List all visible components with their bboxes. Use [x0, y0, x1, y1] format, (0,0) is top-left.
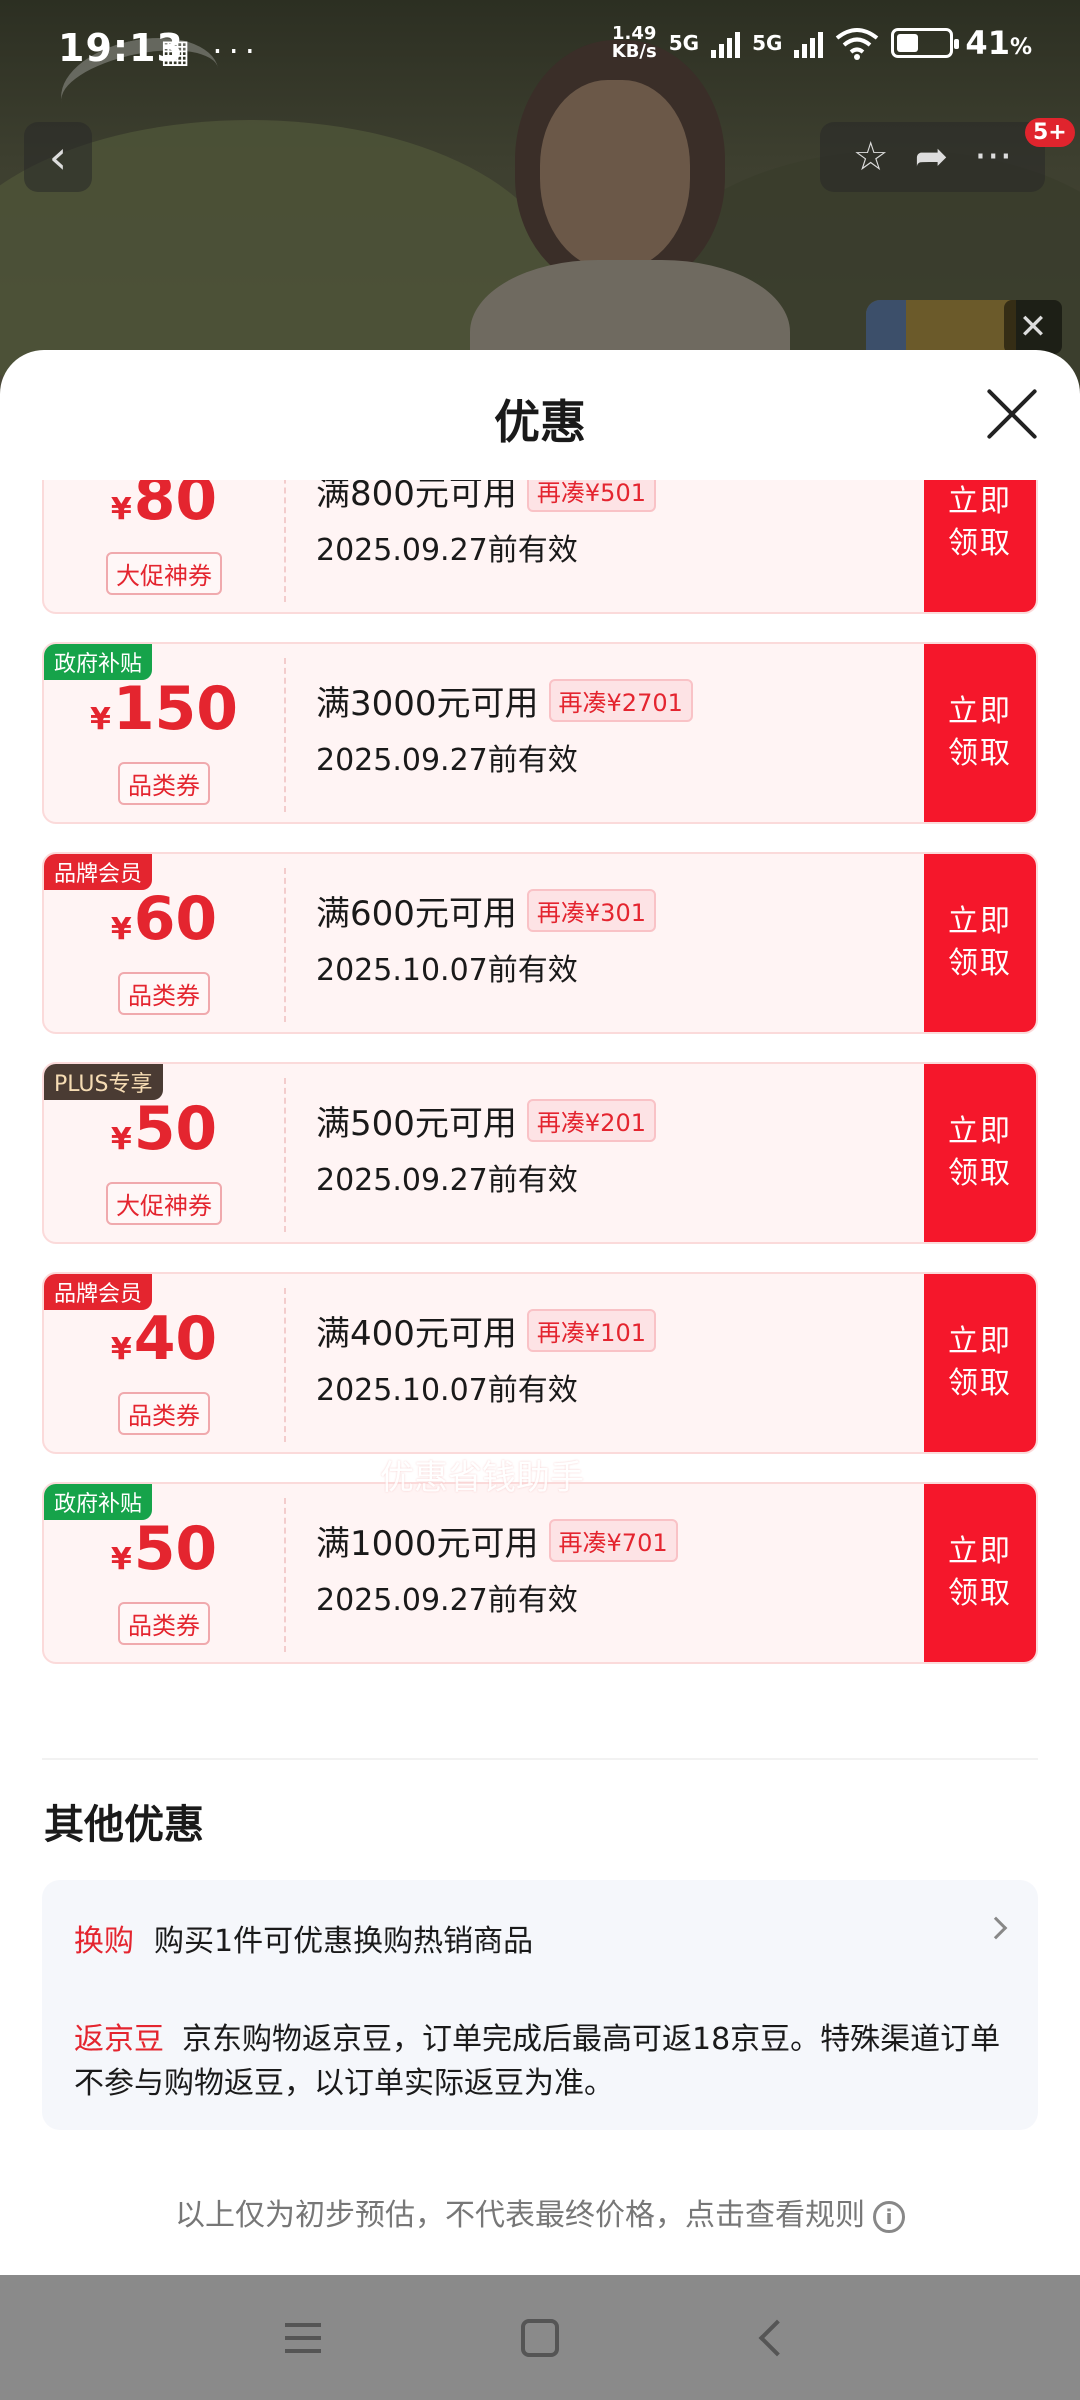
- battery-percent: 41%: [965, 24, 1032, 62]
- coupon-condition: 满1000元可用: [316, 1524, 539, 1564]
- beans-label: 返京豆: [74, 2022, 164, 2057]
- exchange-text: 购买1件可优惠换购热销商品: [154, 1924, 534, 1959]
- coupon-extra-needed: 再凑¥201: [526, 1099, 656, 1142]
- coupon-list[interactable]: PLUS专享¥80大促神券满800元可用再凑¥5012025.09.27前有效立…: [0, 480, 1080, 1780]
- coupon-type: 品类券: [118, 972, 210, 1015]
- coupon-type: 大促神券: [106, 552, 222, 595]
- coupon-divider: [284, 658, 286, 812]
- coupon-condition: 满600元可用: [316, 894, 517, 934]
- close-icon[interactable]: [984, 386, 1040, 442]
- coupon-value-area: 品牌会员 ¥60 品类券: [44, 854, 284, 1032]
- info-icon[interactable]: i: [873, 2200, 905, 2233]
- net-speed: 1.49 KB/s: [611, 23, 657, 62]
- coupon-value-area: PLUS专享 ¥50 大促神券: [44, 1064, 284, 1242]
- battery-icon: [891, 28, 960, 58]
- back-button[interactable]: ‹: [24, 122, 92, 192]
- coupon-amount: ¥60: [110, 884, 218, 954]
- coupon-details: 满400元可用 再凑¥101 2025.10.07前有效: [316, 1306, 656, 1409]
- more-icon[interactable]: ···: [974, 134, 1012, 180]
- coupon-condition: 满400元可用: [316, 1314, 517, 1354]
- coupon-type: 大促神券: [106, 1182, 222, 1225]
- coupon-extra-needed: 再凑¥2701: [548, 679, 693, 722]
- claim-button[interactable]: 立即领取: [924, 480, 1036, 612]
- coupon-value-area: PLUS专享¥80大促神券: [44, 480, 284, 612]
- promo-close-icon[interactable]: ✕: [1004, 300, 1062, 354]
- claim-button[interactable]: 立即领取: [924, 1064, 1036, 1242]
- sheet-title: 优惠: [494, 395, 586, 449]
- signal-5g-label-1: 5G: [668, 31, 700, 55]
- coupon-extra-needed: 再凑¥101: [526, 1309, 656, 1352]
- chevron-right-icon: [984, 1916, 1008, 1940]
- coupon-card: 品牌会员 ¥60 品类券 满600元可用 再凑¥301 2025.10.07前有效 立即领取: [42, 852, 1038, 1034]
- coupon-expiry: 2025.09.27前有效: [316, 1163, 578, 1198]
- coupon-amount: ¥50: [110, 1094, 218, 1164]
- message-badge: 5+: [1025, 118, 1075, 147]
- coupon-card: PLUS专享 ¥50 大促神券 满500元可用 再凑¥201 2025.09.27前有效立…: [42, 1062, 1038, 1244]
- coupon-amount: ¥40: [110, 1304, 218, 1374]
- beans-text: 京东购物返京豆，订单完成后最高可返18京豆。特殊渠道订单不参与购物返豆，以订单实…: [74, 2022, 1001, 2101]
- recents-menu-icon[interactable]: [285, 2323, 321, 2353]
- coupon-card: 政府补贴 ¥150 品类券 满3000元可用 再凑¥2701 2025.09.27前有效立…: [42, 642, 1038, 824]
- coupon-value-area: 政府补贴 ¥150 品类券: [44, 644, 284, 822]
- signal-bars-icon: [794, 28, 824, 58]
- system-nav-bar: [0, 2275, 1080, 2400]
- claim-button[interactable]: 立即领取: [924, 1484, 1036, 1662]
- divider: [42, 1758, 1038, 1760]
- coupon-type: 品类券: [118, 762, 210, 805]
- back-icon[interactable]: [758, 2319, 796, 2357]
- signal-5g-label-2: 5G: [752, 31, 783, 55]
- coupon-details: 满3000元可用 再凑¥2701 2025.09.27前有效: [316, 676, 693, 779]
- coupon-details: 满500元可用 再凑¥201 2025.09.27前有效: [316, 1096, 656, 1199]
- status-bar: 19:13 ▦ ··· 1.49 KB/s 5G 5G 41%: [0, 0, 1080, 100]
- coupon-details: 满600元可用 再凑¥301 2025.10.07前有效: [316, 886, 656, 989]
- other-discounts-title: 其他优惠: [44, 1802, 204, 1848]
- coupon-expiry: 2025.09.27前有效: [316, 1583, 578, 1618]
- coupon-value-area: 品牌会员 ¥40 品类券: [44, 1274, 284, 1452]
- coupon-condition: 满500元可用: [316, 1104, 517, 1144]
- coupon-value-area: 政府补贴 ¥50 品类券: [44, 1484, 284, 1662]
- claim-button[interactable]: 立即领取: [924, 1274, 1036, 1452]
- other-discounts-box: 换购 购买1件可优惠换购热销商品 返京豆 京东购物返京豆，订单完成后最高可返18京…: [42, 1880, 1038, 2130]
- coupon-divider: [284, 1288, 286, 1442]
- claim-button[interactable]: 立即领取: [924, 644, 1036, 822]
- coupon-amount: ¥150: [89, 674, 239, 744]
- coupon-type: 品类券: [118, 1392, 210, 1435]
- coupon-details: 满800元可用 再凑¥501 2025.09.27前有效: [316, 480, 656, 569]
- coupon-amount: ¥80: [110, 480, 218, 534]
- signal-bars-icon: [711, 28, 741, 58]
- coupon-type: 品类券: [118, 1602, 210, 1645]
- exchange-row[interactable]: 换购 购买1件可优惠换购热销商品: [74, 1916, 1008, 1960]
- claim-button[interactable]: 立即领取: [924, 854, 1036, 1032]
- coupon-divider: [284, 868, 286, 1022]
- share-icon[interactable]: ➦: [915, 134, 949, 180]
- coupon-expiry: 2025.10.07前有效: [316, 953, 578, 988]
- coupon-divider: [284, 1498, 286, 1652]
- wifi-icon: [836, 28, 879, 60]
- coupon-card: 品牌会员 ¥40 品类券 满400元可用 再凑¥101 2025.10.07前有效 立即领取: [42, 1272, 1038, 1454]
- coupon-extra-needed: 再凑¥501: [526, 480, 656, 512]
- chevron-left-icon: ‹: [48, 130, 68, 184]
- discount-sheet: 优惠 PLUS专享¥80大促神券满800元可用再凑¥5012025.09.27前…: [0, 350, 1080, 2275]
- coupon-amount: ¥50: [110, 1514, 218, 1584]
- coupon-divider: [284, 480, 286, 602]
- status-notification-icons: ▦ ···: [160, 32, 261, 70]
- exchange-label: 换购: [74, 1924, 134, 1959]
- coupon-expiry: 2025.10.07前有效: [316, 1373, 578, 1408]
- coupon-details: 满1000元可用 再凑¥701 2025.09.27前有效: [316, 1516, 678, 1619]
- watermark-text: 优惠省钱助手: [380, 1458, 584, 1498]
- coupon-expiry: 2025.09.27前有效: [316, 533, 578, 568]
- home-icon[interactable]: [521, 2319, 559, 2357]
- coupon-extra-needed: 再凑¥301: [526, 889, 656, 932]
- coupon-expiry: 2025.09.27前有效: [316, 743, 578, 778]
- top-actions: ☆ ➦ ···: [820, 122, 1045, 192]
- star-icon[interactable]: ☆: [853, 134, 889, 180]
- beans-row: 返京豆 京东购物返京豆，订单完成后最高可返18京豆。特殊渠道订单不参与购物返豆，以…: [74, 2018, 1014, 2106]
- rules-note[interactable]: 以上仅为初步预估，不代表最终价格，点击查看规则 i: [0, 2190, 1080, 2234]
- coupon-card: 政府补贴 ¥50 品类券 满1000元可用 再凑¥701 2025.09.27前有效 立即领…: [42, 1482, 1038, 1664]
- coupon-card: PLUS专享¥80大促神券满800元可用再凑¥5012025.09.27前有效立…: [42, 480, 1038, 614]
- coupon-condition: 满3000元可用: [316, 684, 539, 724]
- coupon-divider: [284, 1078, 286, 1232]
- coupon-extra-needed: 再凑¥701: [548, 1519, 678, 1562]
- coupon-condition: 满800元可用: [316, 480, 517, 514]
